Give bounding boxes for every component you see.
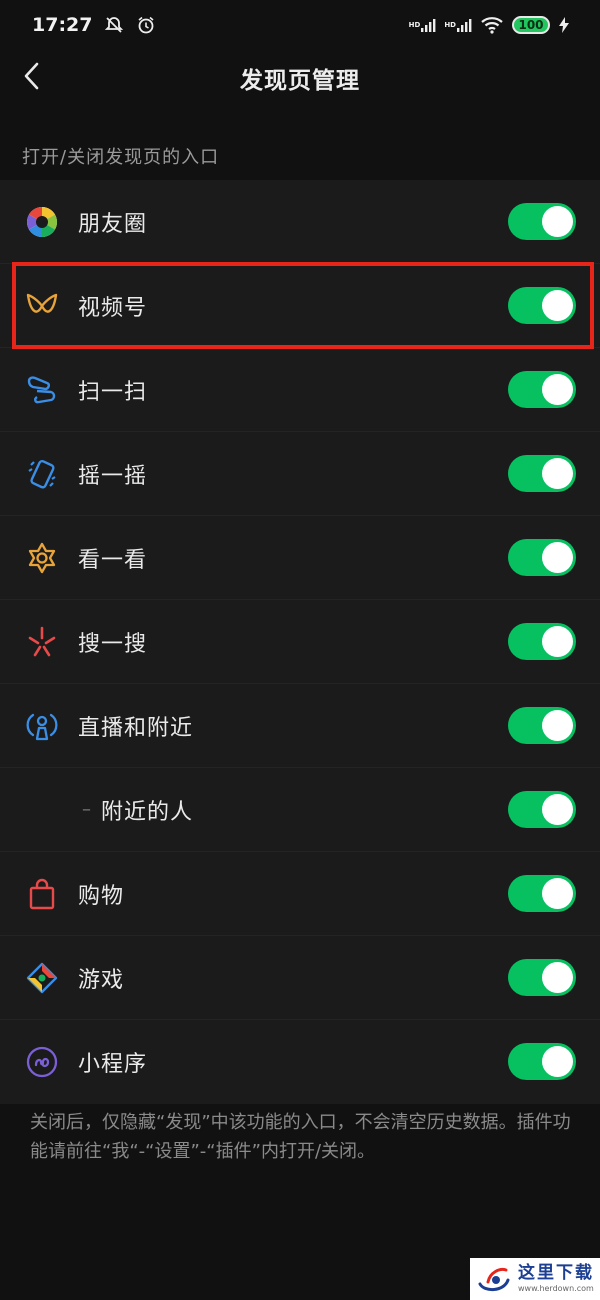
wifi-icon	[480, 16, 504, 34]
hd-label: HD	[408, 20, 421, 29]
toggle-knob	[542, 962, 573, 993]
shake-toggle[interactable]	[508, 455, 576, 492]
status-time: 17:27	[32, 14, 93, 36]
status-right: HD HD 100	[409, 16, 570, 34]
item-label: 看一看	[78, 547, 148, 573]
status-bar: 17:27 HD HD 100	[0, 0, 600, 50]
hd-label: HD	[444, 20, 456, 29]
discover-entry-list: 朋友圈 视频号 扫一扫 摇一摇 看一看 搜一搜 直播和附近 – 附近的人 购物 …	[0, 180, 600, 1104]
sub-item-dash-icon: –	[82, 799, 91, 820]
watermark-url: www.herdown.com	[518, 1284, 594, 1293]
channels-toggle[interactable]	[508, 287, 576, 324]
page-title: 发现页管理	[240, 67, 360, 94]
navigation-header: 发现页管理	[0, 50, 600, 105]
list-item-search: 搜一搜	[0, 600, 600, 684]
footnote-text: 关闭后，仅隐藏“发现”中该功能的入口，不会清空历史数据。插件功能请前往“我“-“…	[30, 1112, 571, 1162]
watermark: 这里下载 www.herdown.com	[470, 1258, 600, 1300]
back-button[interactable]	[14, 56, 50, 100]
status-left: 17:27	[32, 14, 156, 36]
toggle-knob	[542, 374, 573, 405]
mute-bell-icon	[104, 15, 124, 35]
list-item-shake: 摇一摇	[0, 432, 600, 516]
item-label: 小程序	[78, 1052, 148, 1077]
live-nearby-toggle[interactable]	[508, 707, 576, 744]
item-label: 直播和附近	[78, 715, 194, 741]
toggle-knob	[542, 206, 573, 237]
games-icon	[22, 958, 62, 998]
list-item-scan: 扫一扫	[0, 348, 600, 432]
scan-toggle[interactable]	[508, 371, 576, 408]
toggle-knob	[542, 542, 573, 573]
toggle-knob	[542, 710, 573, 741]
section-label: 打开/关闭发现页的入口	[22, 147, 220, 168]
list-item-live-nearby: 直播和附近	[0, 684, 600, 768]
channels-icon	[22, 286, 62, 326]
top-stories-icon	[22, 538, 62, 578]
toggle-knob	[542, 290, 573, 321]
list-item-shopping: 购物	[0, 852, 600, 936]
toggle-knob	[542, 1046, 573, 1077]
list-item-channels: 视频号	[0, 264, 600, 348]
list-item-mini-programs: 小程序	[0, 1020, 600, 1104]
toggle-knob	[542, 794, 573, 825]
item-label: 搜一搜	[78, 631, 148, 657]
toggle-knob	[542, 458, 573, 489]
toggle-knob	[542, 626, 573, 657]
toggle-knob	[542, 878, 573, 909]
search-icon	[22, 622, 62, 662]
list-item-top-stories: 看一看	[0, 516, 600, 600]
watermark-title: 这里下载	[518, 1263, 594, 1283]
watermark-text: 这里下载 www.herdown.com	[518, 1265, 594, 1293]
item-label: 朋友圈	[78, 211, 148, 237]
item-label: 购物	[78, 883, 125, 909]
games-toggle[interactable]	[508, 959, 576, 996]
alarm-icon	[136, 15, 156, 35]
watermark-logo-icon	[476, 1262, 512, 1296]
item-label: 扫一扫	[78, 379, 148, 405]
chevron-left-icon	[22, 61, 42, 95]
item-label: 附近的人	[101, 799, 194, 825]
shopping-toggle[interactable]	[508, 875, 576, 912]
live-nearby-icon	[22, 706, 62, 746]
shake-icon	[22, 454, 62, 494]
moments-icon	[22, 202, 62, 242]
signal-icon: HD	[444, 17, 472, 33]
signal-icon: HD	[409, 17, 437, 33]
moments-toggle[interactable]	[508, 203, 576, 240]
item-label: 摇一摇	[78, 463, 148, 489]
mini-programs-icon	[22, 1042, 62, 1082]
list-item-games: 游戏	[0, 936, 600, 1020]
mini-programs-toggle[interactable]	[508, 1043, 576, 1080]
item-label: 游戏	[78, 967, 125, 993]
item-label: 视频号	[78, 295, 148, 321]
people-nearby-toggle[interactable]	[508, 791, 576, 828]
scan-icon	[22, 370, 62, 410]
battery-indicator: 100	[512, 16, 550, 34]
search-toggle[interactable]	[508, 623, 576, 660]
charging-icon	[558, 16, 570, 34]
list-item-people-nearby: – 附近的人	[0, 768, 600, 852]
shopping-bag-icon	[22, 874, 62, 914]
list-item-moments: 朋友圈	[0, 180, 600, 264]
top-stories-toggle[interactable]	[508, 539, 576, 576]
